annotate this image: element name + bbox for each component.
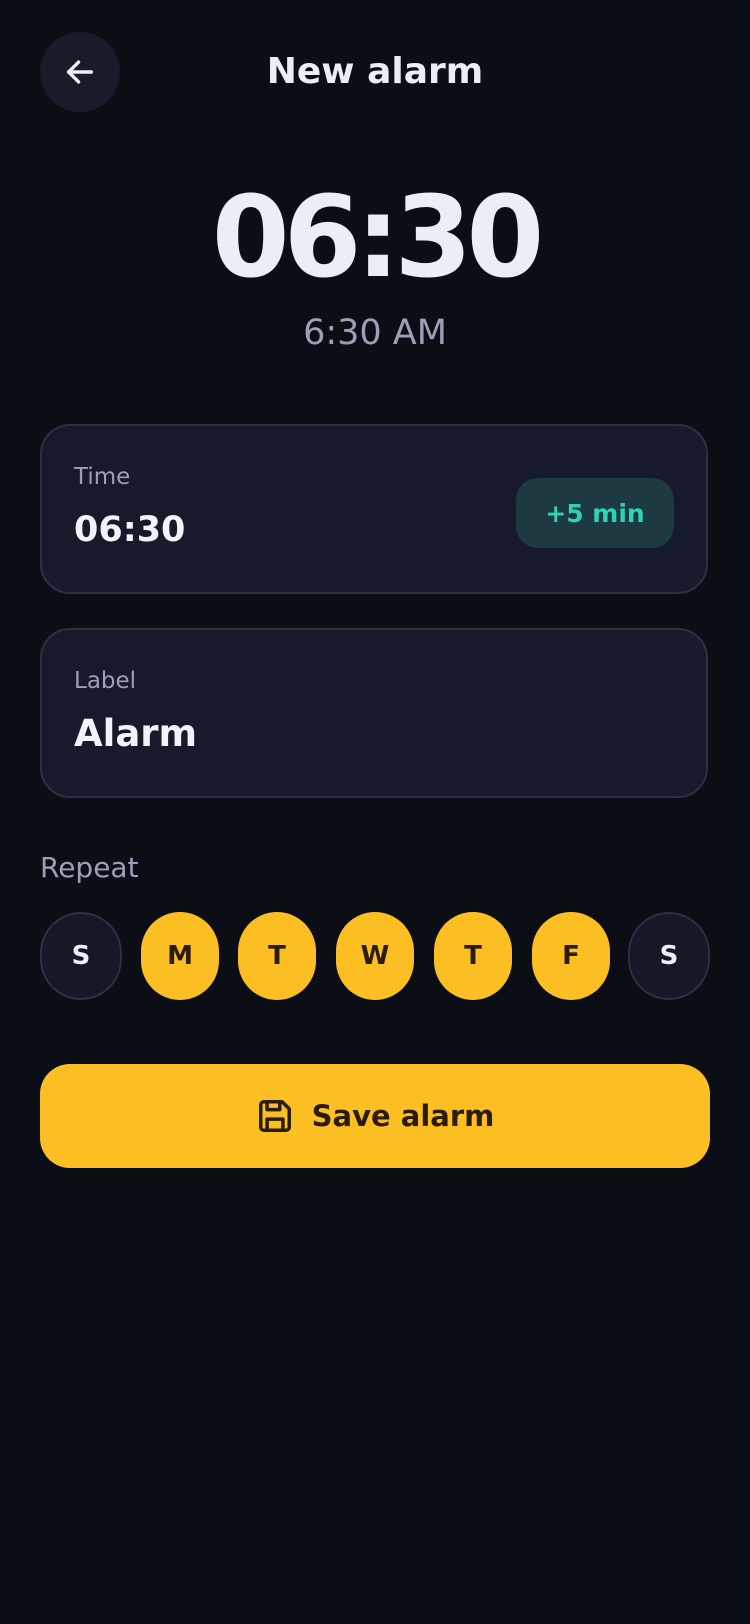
day-toggle-friday[interactable]: F (532, 912, 610, 1000)
save-alarm-label: Save alarm (311, 1099, 495, 1133)
header: New alarm (0, 0, 750, 146)
time-card-value: 06:30 (74, 510, 186, 550)
time-card[interactable]: Time 06:30 +5 min (40, 424, 708, 594)
label-card[interactable]: Label Alarm (40, 628, 708, 798)
day-toggle-monday[interactable]: M (141, 912, 219, 1000)
label-card-value: Alarm (74, 712, 198, 755)
label-card-caption: Label (74, 668, 137, 694)
floppy-disk-icon (258, 1100, 291, 1132)
day-toggle-tuesday[interactable]: T (238, 912, 316, 1000)
repeat-days: S M T W T F S (40, 912, 710, 1000)
clock-meridiem-display: 6:30 AM (303, 313, 447, 353)
day-toggle-saturday[interactable]: S (628, 912, 710, 1000)
snooze-add-5-min-button[interactable]: +5 min (516, 478, 674, 548)
save-alarm-button[interactable]: Save alarm (40, 1064, 710, 1168)
day-toggle-wednesday[interactable]: W (336, 912, 414, 1000)
repeat-heading: Repeat (40, 851, 139, 884)
day-toggle-thursday[interactable]: T (434, 912, 512, 1000)
time-card-caption: Time (74, 464, 131, 490)
day-toggle-sunday[interactable]: S (40, 912, 122, 1000)
clock-display: 06:30 (211, 173, 545, 303)
page-title: New alarm (266, 51, 484, 92)
